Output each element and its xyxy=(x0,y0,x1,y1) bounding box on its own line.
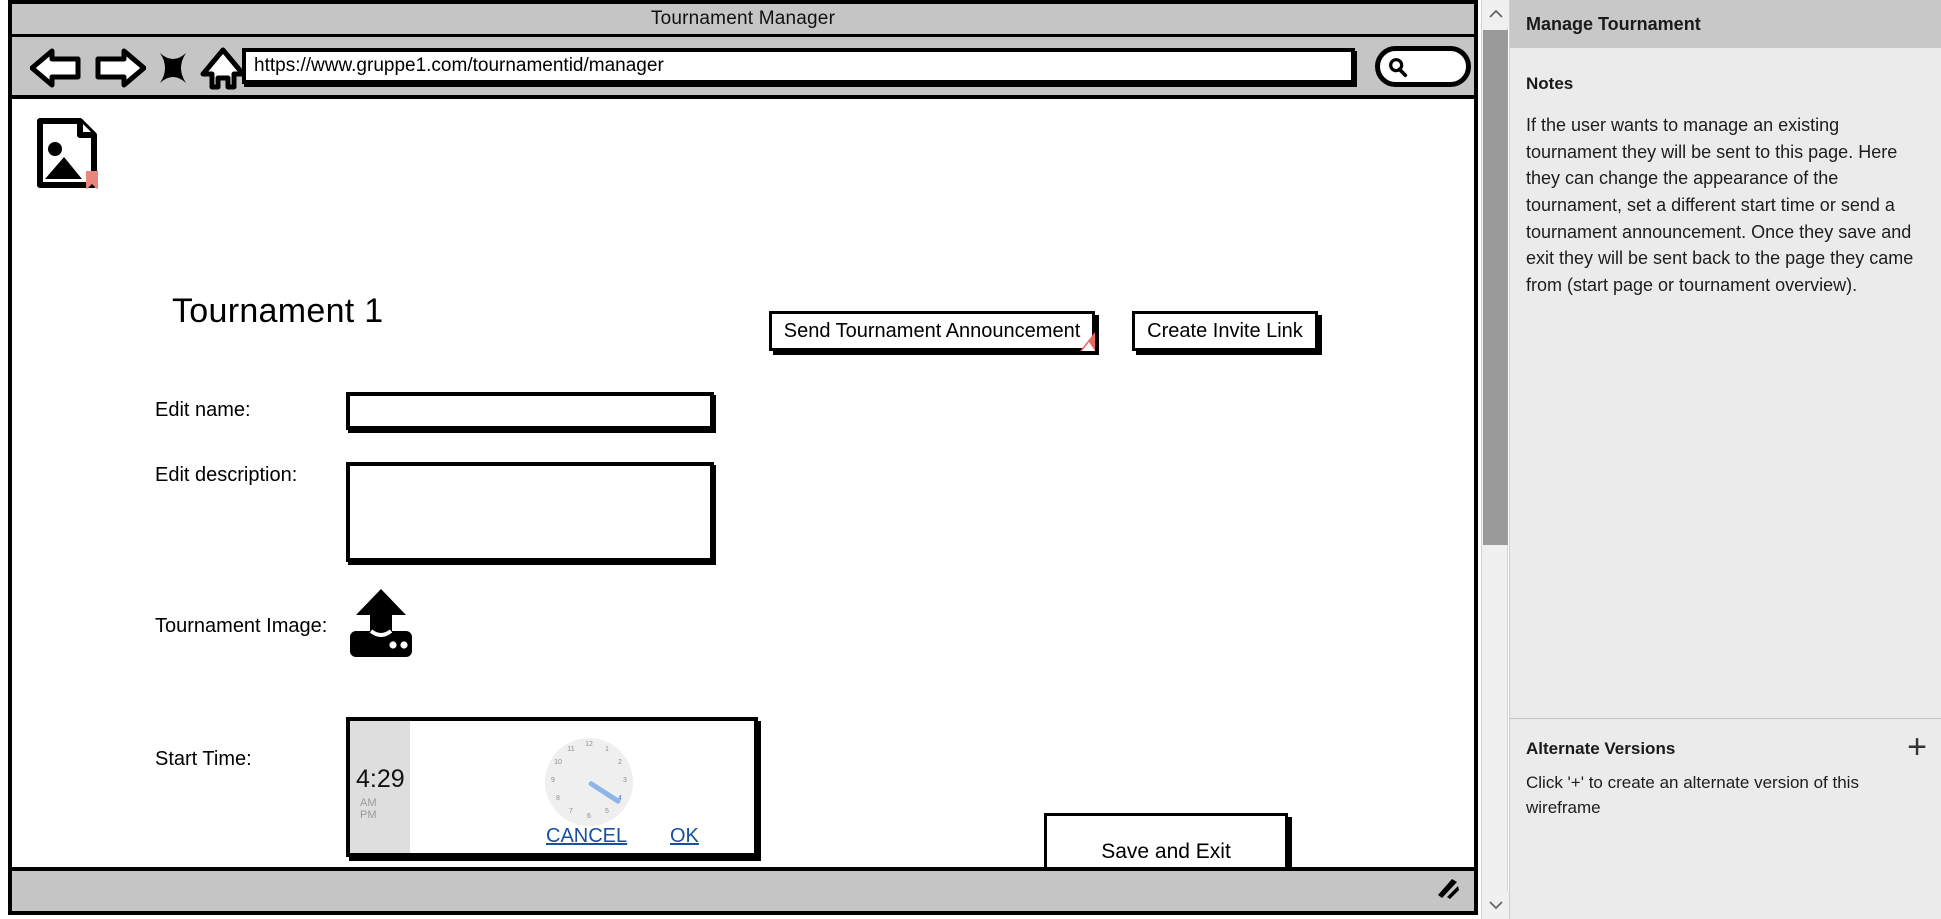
clock-number[interactable]: 5 xyxy=(601,808,613,815)
clock-number[interactable]: 3 xyxy=(619,777,631,784)
clock-number[interactable]: 6 xyxy=(583,813,595,820)
browser-titlebar: Tournament Manager xyxy=(12,4,1474,37)
browser-window: Tournament Manager xyxy=(8,0,1478,915)
alternate-versions-heading: Alternate Versions xyxy=(1526,739,1919,759)
send-tournament-announcement-button[interactable]: Send Tournament Announcement xyxy=(769,311,1095,351)
page-title: Tournament 1 xyxy=(172,292,384,331)
edit-description-label: Edit description: xyxy=(155,464,297,487)
sidebar-panel: Manage Tournament Notes If the user want… xyxy=(1509,0,1941,919)
clock-hand[interactable] xyxy=(588,780,622,804)
clock-number[interactable]: 10 xyxy=(552,759,564,766)
clock-number[interactable]: 2 xyxy=(614,759,626,766)
home-icon[interactable] xyxy=(200,47,246,91)
upload-icon[interactable] xyxy=(346,587,416,659)
time-picker-cancel-button[interactable]: CANCEL xyxy=(546,825,627,848)
browser-toolbar: https://www.gruppe1.com/tournamentid/man… xyxy=(12,37,1474,99)
url-text: https://www.gruppe1.com/tournamentid/man… xyxy=(254,55,664,77)
page-canvas: Tournament 1 Send Tournament Announcemen… xyxy=(12,99,1474,871)
search-input[interactable] xyxy=(1375,46,1471,87)
clock-number[interactable]: 11 xyxy=(565,746,577,753)
image-placeholder-icon xyxy=(36,117,102,189)
forward-arrow-icon[interactable] xyxy=(94,47,146,89)
send-tournament-announcement-label: Send Tournament Announcement xyxy=(784,320,1081,343)
start-time-picker[interactable]: 4:29 AM PM 12 1 2 3 4 5 6 7 8 9 10 11 xyxy=(346,717,758,857)
clock-number[interactable]: 7 xyxy=(565,808,577,815)
alternate-versions-section: Alternate Versions + Click '+' to create… xyxy=(1510,718,1941,820)
clock-face[interactable]: 12 1 2 3 4 5 6 7 8 9 10 11 xyxy=(545,738,633,826)
time-picker-value[interactable]: 4:29 xyxy=(356,765,405,794)
save-and-exit-button[interactable]: Save and Exit xyxy=(1044,813,1288,871)
notes-section: Notes If the user wants to manage an exi… xyxy=(1510,48,1941,298)
clock-number[interactable]: 9 xyxy=(547,777,559,784)
save-and-exit-label: Save and Exit xyxy=(1101,840,1231,864)
url-bar[interactable]: https://www.gruppe1.com/tournamentid/man… xyxy=(242,48,1355,84)
notes-body: If the user wants to manage an existing … xyxy=(1526,112,1919,298)
clock-number[interactable]: 12 xyxy=(583,741,595,748)
sidebar-header: Manage Tournament xyxy=(1510,0,1941,48)
create-invite-link-button[interactable]: Create Invite Link xyxy=(1132,311,1318,351)
clock-number[interactable]: 8 xyxy=(552,795,564,802)
tournament-image-label: Tournament Image: xyxy=(155,615,327,638)
browser-status-bar xyxy=(12,871,1474,906)
chevron-up-icon[interactable] xyxy=(1482,0,1509,28)
edit-description-textarea[interactable] xyxy=(346,462,714,562)
time-picker-ok-button[interactable]: OK xyxy=(670,825,699,848)
add-alternate-version-button[interactable]: + xyxy=(1907,733,1927,761)
edit-name-input[interactable] xyxy=(346,392,714,430)
resize-grip-icon[interactable] xyxy=(1434,877,1460,899)
screenshot-root: Tournament Manager xyxy=(0,0,1941,919)
time-picker-am[interactable]: AM xyxy=(360,797,377,809)
edit-name-label: Edit name: xyxy=(155,399,251,422)
back-arrow-icon[interactable] xyxy=(30,47,82,89)
create-invite-link-label: Create Invite Link xyxy=(1147,320,1303,343)
alternate-versions-body: Click '+' to create an alternate version… xyxy=(1526,771,1919,820)
vertical-scrollbar[interactable] xyxy=(1481,0,1508,919)
time-picker-pm[interactable]: PM xyxy=(360,809,377,821)
search-icon xyxy=(1387,56,1409,78)
chevron-down-icon[interactable] xyxy=(1482,891,1509,919)
clock-number[interactable]: 1 xyxy=(601,746,613,753)
start-time-label: Start Time: xyxy=(155,748,252,771)
notes-heading: Notes xyxy=(1526,74,1919,94)
link-marker-icon xyxy=(1080,332,1095,351)
close-x-icon[interactable] xyxy=(154,47,192,89)
browser-window-title: Tournament Manager xyxy=(12,8,1474,30)
scrollbar-thumb[interactable] xyxy=(1483,30,1508,545)
sidebar-title: Manage Tournament xyxy=(1526,14,1701,35)
